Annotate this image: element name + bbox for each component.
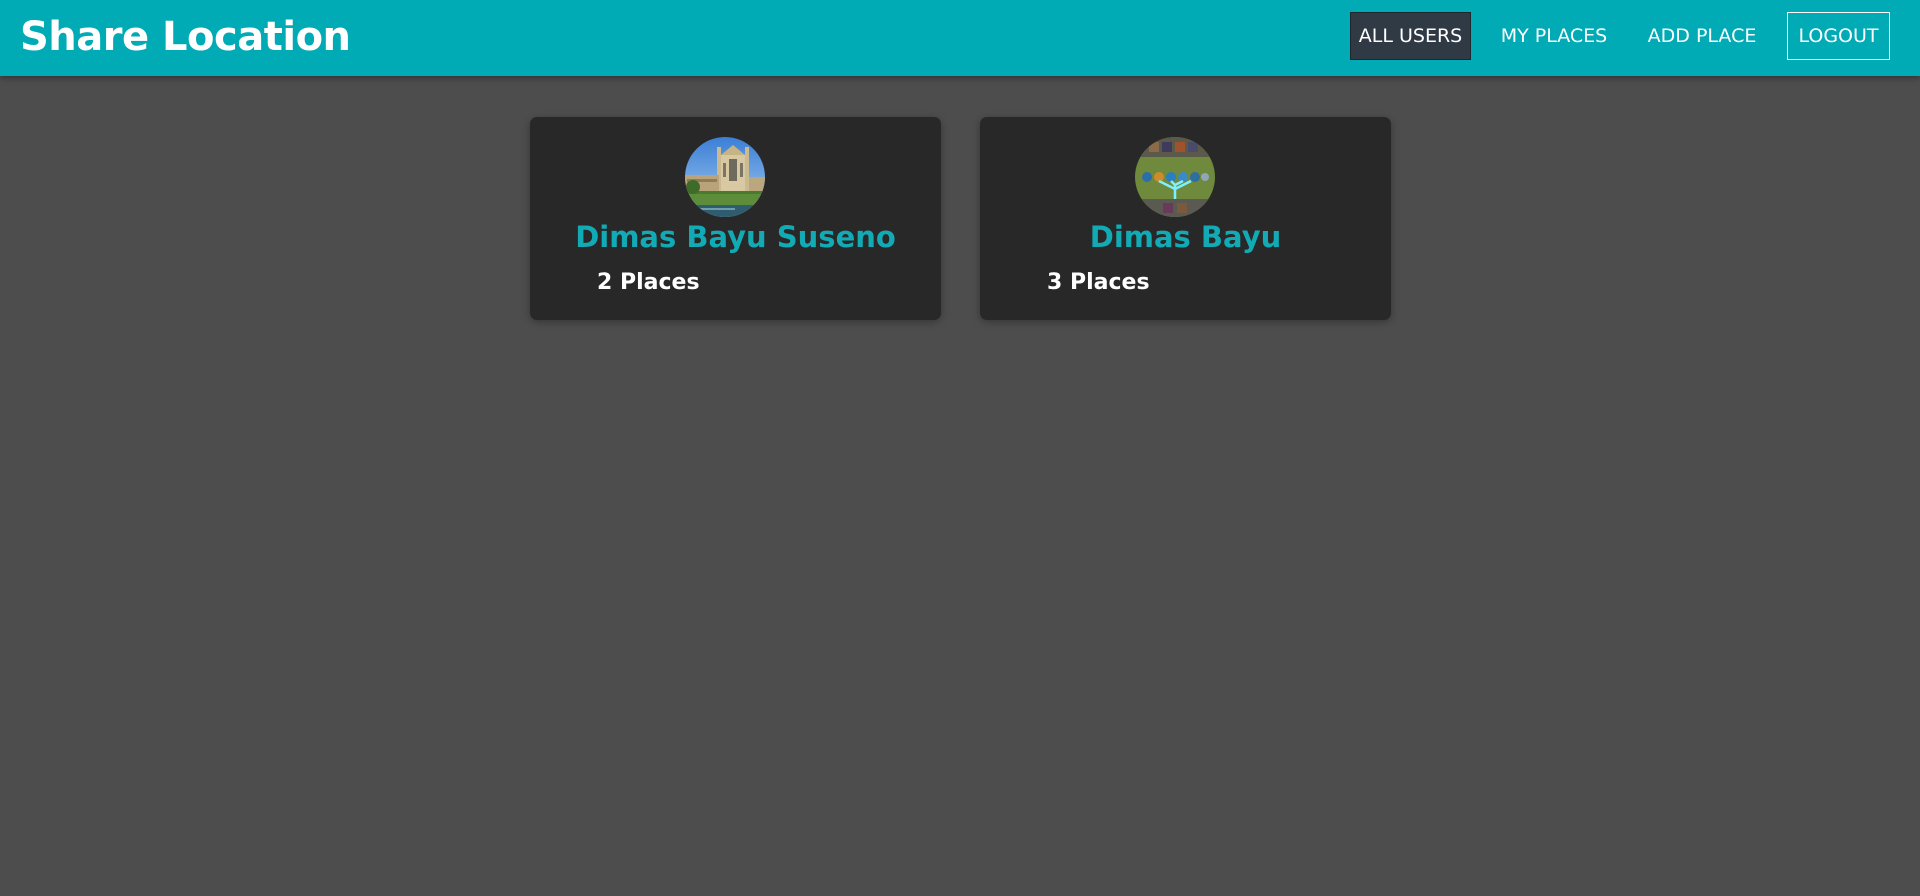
avatar-chapel-image [685, 137, 765, 217]
user-name[interactable]: Dimas Bayu [980, 217, 1391, 257]
nav-all-users-button[interactable]: ALL USERS [1350, 12, 1471, 60]
logout-button[interactable]: LOGOUT [1787, 12, 1890, 60]
app-title[interactable]: Share Location [20, 11, 351, 63]
nav-add-place-button[interactable]: ADD PLACE [1641, 12, 1763, 60]
user-card[interactable]: Dimas Bayu Suseno 2 Places [530, 117, 941, 320]
user-place-count: 3 Places [1047, 270, 1150, 295]
user-avatar [1135, 137, 1215, 217]
nav-my-places-button[interactable]: MY PLACES [1494, 12, 1614, 60]
app-header: Share Location ALL USERS MY PLACES ADD P… [0, 0, 1920, 76]
user-name[interactable]: Dimas Bayu Suseno [530, 217, 941, 257]
user-card[interactable]: Dimas Bayu 3 Places [980, 117, 1391, 320]
avatar-skill-tree-image [1135, 137, 1215, 217]
user-avatar [685, 137, 765, 217]
user-place-count: 2 Places [597, 270, 700, 295]
